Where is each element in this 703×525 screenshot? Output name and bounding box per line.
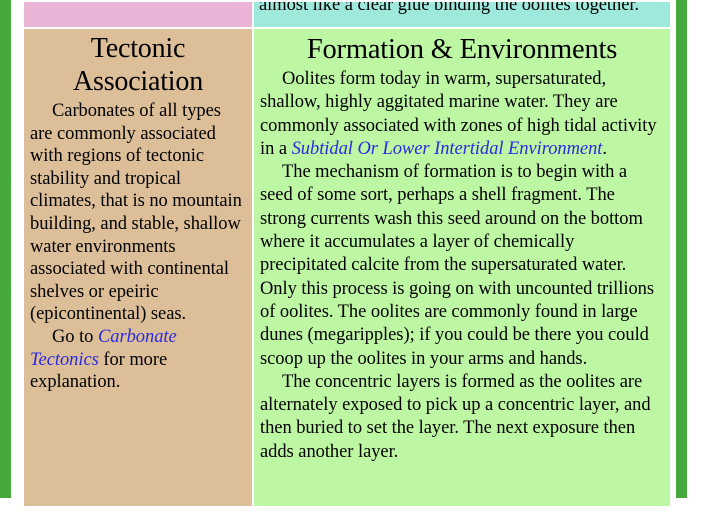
formation-environments-column: Formation & Environments Oolites form to… — [254, 29, 670, 470]
text-run: Go to — [52, 326, 98, 347]
text-run: Carbonates of all types are commonly ass… — [30, 101, 242, 325]
paragraph: The mechanism of formation is to begin w… — [260, 161, 664, 371]
clipped-top-row: almost like a clear glue binding the ool… — [24, 2, 670, 27]
formation-environments-cell: Formation & Environments Oolites form to… — [254, 29, 670, 506]
clipped-pink-cell — [24, 2, 252, 27]
doc-link[interactable]: Subtidal Or Lower Intertidal Environment — [292, 139, 603, 159]
paragraph: The concentric layers is formed as the o… — [260, 371, 664, 464]
paragraph: Carbonates of all types are commonly ass… — [30, 100, 246, 326]
clipped-aqua-text: almost like a clear glue binding the ool… — [259, 2, 640, 15]
tectonic-association-heading: Tectonic Association — [72, 33, 203, 97]
formation-environments-body: Oolites form today in warm, supersaturat… — [260, 68, 664, 464]
text-run: The mechanism of formation is to begin w… — [260, 162, 655, 369]
tectonic-association-cell: Tectonic Association Carbonates of all t… — [24, 29, 252, 506]
tectonic-association-column: Tectonic Association Carbonates of all t… — [24, 29, 252, 400]
tectonic-association-body: Carbonates of all types are commonly ass… — [30, 100, 246, 394]
text-run: . — [602, 138, 607, 159]
paragraph: Go to Carbonate Tectonics for more expla… — [30, 326, 246, 394]
text-run: The concentric layers is formed as the o… — [260, 371, 651, 462]
page-frame: almost like a clear glue binding the ool… — [0, 0, 703, 525]
content-table: almost like a clear glue binding the ool… — [22, 0, 672, 508]
formation-environments-heading: Formation & Environments — [306, 34, 618, 65]
clipped-aqua-cell: almost like a clear glue binding the ool… — [254, 2, 670, 27]
main-content-row: Tectonic Association Carbonates of all t… — [24, 29, 670, 506]
paragraph: Oolites form today in warm, supersaturat… — [260, 68, 664, 161]
right-edge-bar — [676, 0, 687, 498]
left-edge-bar — [0, 0, 11, 498]
